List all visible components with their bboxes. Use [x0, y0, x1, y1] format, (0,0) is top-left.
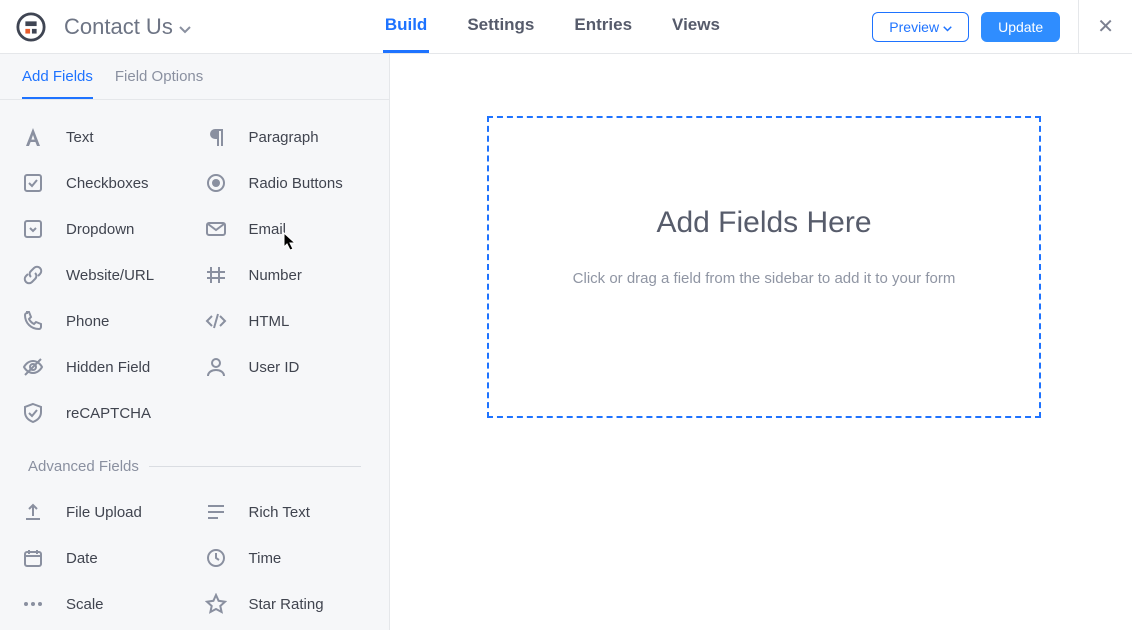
email-icon	[205, 218, 227, 240]
field-dropdown[interactable]: Dropdown	[12, 210, 195, 248]
field-label: Date	[66, 550, 98, 567]
field-label: Text	[66, 129, 94, 146]
field-text[interactable]: Text	[12, 118, 195, 156]
html-icon	[205, 310, 227, 332]
field-label: Rich Text	[249, 504, 310, 521]
main-tabs: Build Settings Entries Views	[383, 0, 722, 53]
radio-icon	[205, 172, 227, 194]
field-label: reCAPTCHA	[66, 405, 151, 422]
scale-icon	[22, 593, 44, 615]
dropzone-subtitle: Click or drag a field from the sidebar t…	[573, 270, 956, 287]
field-user-id[interactable]: User ID	[195, 348, 378, 386]
field-paragraph[interactable]: Paragraph	[195, 118, 378, 156]
sidebar-tab-add-fields[interactable]: Add Fields	[22, 68, 93, 99]
recaptcha-icon	[22, 402, 44, 424]
richtext-icon	[205, 501, 227, 523]
field-star-rating[interactable]: Star Rating	[195, 585, 378, 623]
field-label: HTML	[249, 313, 290, 330]
field-file-upload[interactable]: File Upload	[12, 493, 195, 531]
time-icon	[205, 547, 227, 569]
close-area: ✕	[1078, 0, 1114, 54]
update-label: Update	[998, 19, 1043, 35]
sidebar-tab-field-options[interactable]: Field Options	[115, 68, 203, 99]
field-radio-buttons[interactable]: Radio Buttons	[195, 164, 378, 202]
topbar: Contact Us Build Settings Entries Views Pre…	[0, 0, 1132, 54]
hidden-icon	[22, 356, 44, 378]
dropdown-icon	[22, 218, 44, 240]
field-html[interactable]: HTML	[195, 302, 378, 340]
app-logo[interactable]	[16, 12, 46, 42]
caret-down-icon	[179, 14, 191, 40]
field-label: Website/URL	[66, 267, 154, 284]
close-icon[interactable]: ✕	[1097, 17, 1114, 37]
field-label: Email	[249, 221, 287, 238]
number-icon	[205, 264, 227, 286]
form-canvas: Add Fields Here Click or drag a field fr…	[390, 54, 1132, 630]
field-date[interactable]: Date	[12, 539, 195, 577]
advanced-fields-grid: File Upload Rich Text Date Time Scale Star Ra…	[0, 475, 389, 630]
field-number[interactable]: Number	[195, 256, 378, 294]
divider	[149, 466, 361, 467]
field-label: Dropdown	[66, 221, 134, 238]
field-label: Time	[249, 550, 282, 567]
dropzone-title: Add Fields Here	[656, 206, 871, 240]
paragraph-icon	[205, 126, 227, 148]
basic-fields-grid: Text Paragraph Checkboxes Radio Buttons Drop…	[0, 100, 389, 442]
field-hidden-field[interactable]: Hidden Field	[12, 348, 195, 386]
sidebar-tabs: Add Fields Field Options	[0, 54, 389, 100]
field-checkboxes[interactable]: Checkboxes	[12, 164, 195, 202]
sidebar: Add Fields Field Options Text Paragraph Che…	[0, 54, 390, 630]
field-time[interactable]: Time	[195, 539, 378, 577]
advanced-title: Advanced Fields	[28, 458, 139, 475]
preview-label: Preview	[889, 19, 939, 35]
tab-entries[interactable]: Entries	[572, 0, 634, 53]
dropzone[interactable]: Add Fields Here Click or drag a field fr…	[487, 116, 1041, 418]
tab-settings[interactable]: Settings	[465, 0, 536, 53]
checkbox-icon	[22, 172, 44, 194]
upload-icon	[22, 501, 44, 523]
field-label: File Upload	[66, 504, 142, 521]
star-icon	[205, 593, 227, 615]
update-button[interactable]: Update	[981, 12, 1060, 42]
field-label: Star Rating	[249, 596, 324, 613]
form-title-dropdown[interactable]: Contact Us	[64, 14, 191, 40]
form-title: Contact Us	[64, 14, 173, 40]
topbar-actions: Preview Update ✕	[872, 0, 1114, 54]
main: Add Fields Field Options Text Paragraph Che…	[0, 54, 1132, 630]
field-website-url[interactable]: Website/URL	[12, 256, 195, 294]
url-icon	[22, 264, 44, 286]
field-label: Phone	[66, 313, 109, 330]
tab-views[interactable]: Views	[670, 0, 722, 53]
field-label: Hidden Field	[66, 359, 150, 376]
date-icon	[22, 547, 44, 569]
field-recaptcha[interactable]: reCAPTCHA	[12, 394, 195, 432]
field-phone[interactable]: Phone	[12, 302, 195, 340]
field-label: Radio Buttons	[249, 175, 343, 192]
field-label: Paragraph	[249, 129, 319, 146]
user-icon	[205, 356, 227, 378]
field-rich-text[interactable]: Rich Text	[195, 493, 378, 531]
caret-down-icon	[943, 19, 952, 35]
phone-icon	[22, 310, 44, 332]
field-label: Scale	[66, 596, 104, 613]
field-label: Number	[249, 267, 302, 284]
tab-build[interactable]: Build	[383, 0, 430, 53]
text-icon	[22, 126, 44, 148]
field-email[interactable]: Email	[195, 210, 378, 248]
field-label: Checkboxes	[66, 175, 149, 192]
field-label: User ID	[249, 359, 300, 376]
preview-button[interactable]: Preview	[872, 12, 969, 42]
field-scale[interactable]: Scale	[12, 585, 195, 623]
advanced-section-header: Advanced Fields	[0, 448, 389, 475]
